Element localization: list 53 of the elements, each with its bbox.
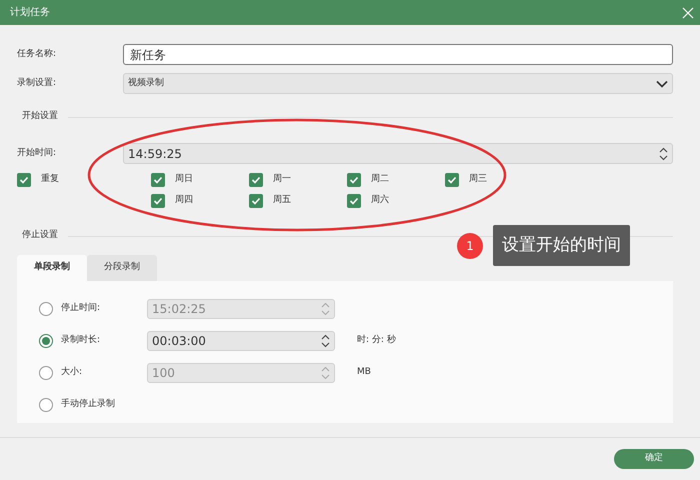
- check-icon: [251, 196, 261, 206]
- radio-button[interactable]: [39, 366, 53, 380]
- option-label: 手动停止录制: [61, 398, 116, 412]
- section-title: 停止设置: [22, 229, 59, 242]
- checkbox-label: 周一: [273, 173, 291, 186]
- check-icon: [153, 196, 163, 206]
- checkbox-label: 周四: [175, 194, 193, 208]
- checkbox[interactable]: [249, 194, 263, 208]
- checkbox[interactable]: [347, 173, 361, 187]
- checkbox-label: 周三: [469, 173, 487, 186]
- check-icon: [19, 175, 29, 185]
- option-label: 停止时间:: [61, 302, 102, 316]
- check-icon: [447, 175, 457, 185]
- checkbox[interactable]: [151, 194, 165, 208]
- checkbox-label: 周日: [175, 173, 193, 186]
- checkbox-label: 周二: [371, 173, 389, 186]
- checkbox[interactable]: [347, 194, 361, 208]
- field-label: 开始时间:: [17, 146, 58, 160]
- unit-label: MB: [357, 366, 371, 380]
- task-name-field[interactable]: 新任务: [123, 44, 673, 65]
- record-setting-dropdown[interactable]: 视频录制: [123, 73, 673, 94]
- radio-button[interactable]: [39, 302, 53, 316]
- step-number-badge: 1: [457, 232, 483, 258]
- close-icon[interactable]: [682, 6, 694, 18]
- option-label: 大小:: [61, 366, 84, 380]
- confirm-button[interactable]: 确定: [614, 449, 694, 469]
- tooltip: 设置开始的时间: [493, 225, 630, 266]
- window-title: 计划任务: [10, 6, 50, 20]
- check-icon: [153, 175, 163, 185]
- checkbox-label: 周六: [371, 194, 389, 208]
- option-label: 录制时长:: [61, 334, 102, 348]
- checkbox[interactable]: [151, 173, 165, 187]
- check-icon: [349, 175, 359, 185]
- check-icon: [349, 196, 359, 206]
- radio-button[interactable]: [39, 398, 53, 412]
- tab[interactable]: 分段录制: [87, 255, 157, 281]
- checkbox[interactable]: [17, 173, 31, 187]
- checkbox-label: 重复: [41, 173, 59, 186]
- unit-label: 时: 分: 秒: [357, 334, 396, 348]
- field-label: 任务名称:: [17, 48, 58, 61]
- section-title: 开始设置: [22, 110, 59, 124]
- chevron-down-icon: [656, 80, 668, 88]
- spinner-arrows-icon[interactable]: [659, 146, 668, 160]
- value-spinner[interactable]: 00:03:00: [147, 331, 335, 351]
- checkbox[interactable]: [249, 173, 263, 187]
- checkbox[interactable]: [445, 173, 459, 187]
- tab[interactable]: 单段录制: [17, 255, 87, 281]
- spinner-arrows-icon[interactable]: [321, 334, 330, 348]
- radio-button[interactable]: [39, 334, 53, 348]
- check-icon: [251, 175, 261, 185]
- field-label: 录制设置:: [17, 76, 58, 90]
- checkbox-label: 周五: [273, 194, 291, 208]
- start-time-field[interactable]: 14:59:25: [123, 143, 673, 164]
